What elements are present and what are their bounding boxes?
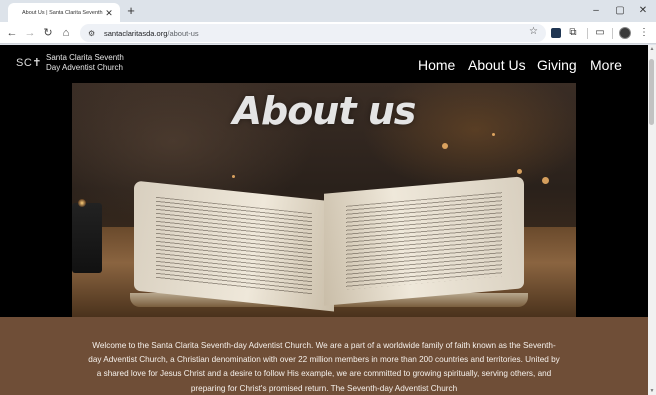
light-bokeh (442, 143, 448, 149)
intro-paragraph: Welcome to the Santa Clarita Seventh-day… (88, 341, 560, 393)
new-tab-icon[interactable]: + (124, 4, 138, 18)
candle-flame (78, 199, 86, 207)
scroll-down-icon[interactable]: ▼ (648, 388, 656, 394)
url-text[interactable]: santaclaritasda.org/about-us (104, 29, 199, 38)
scroll-thumb[interactable] (649, 59, 654, 125)
url-host: santaclaritasda.org (104, 28, 168, 38)
toolbar-divider (587, 28, 588, 39)
maximize-icon[interactable]: ▢ (610, 3, 630, 19)
hero-title: About us (232, 89, 417, 133)
address-bar[interactable]: ⚙ santaclaritasda.org/about-us ☆ (80, 24, 546, 42)
scroll-up-icon[interactable]: ▲ (648, 46, 656, 52)
intro-section: Welcome to the Santa Clarita Seventh-day… (0, 317, 648, 395)
back-icon[interactable]: ← (4, 25, 20, 41)
web-page: SC✝ Santa Clarita Seventh Day Adventist … (0, 45, 648, 395)
nav-about-us[interactable]: About Us (468, 57, 526, 73)
close-window-icon[interactable]: ✕ (633, 3, 653, 19)
tab-strip: About Us | Santa Clarita Seventh ✕ + – ▢… (0, 0, 656, 22)
home-icon[interactable]: ⌂ (58, 25, 74, 41)
bible-right-page (324, 176, 524, 306)
light-bokeh (492, 133, 495, 136)
tab-about-us[interactable]: About Us | Santa Clarita Seventh ✕ (8, 3, 120, 22)
extension-icon[interactable] (551, 28, 561, 38)
profile-avatar[interactable] (619, 27, 631, 39)
light-bokeh (517, 169, 522, 174)
side-panel-icon[interactable]: ▭ (593, 26, 607, 40)
tab-close-icon[interactable]: ✕ (104, 8, 114, 18)
hero-image: About us (72, 83, 576, 317)
church-name-line1: Santa Clarita Seventh (46, 53, 124, 62)
tab-title: About Us | Santa Clarita Seventh (22, 9, 103, 16)
light-bokeh (232, 175, 235, 178)
nav-more[interactable]: More (590, 57, 622, 73)
page-scrollbar[interactable]: ▲ ▼ (648, 45, 656, 395)
tune-icon[interactable]: ⚙ (88, 29, 100, 38)
church-name[interactable]: Santa Clarita Seventh Day Adventist Chur… (46, 53, 124, 73)
bible-left-page (134, 180, 334, 312)
minimize-icon[interactable]: – (586, 3, 606, 19)
site-logo[interactable]: SC✝ (16, 56, 42, 69)
toolbar-divider (612, 28, 613, 39)
nav-giving[interactable]: Giving (537, 57, 577, 73)
nav-home[interactable]: Home (418, 57, 455, 73)
forward-icon[interactable]: → (22, 25, 38, 41)
candle (72, 203, 102, 273)
church-name-line2: Day Adventist Church (46, 63, 123, 72)
light-bokeh (542, 177, 549, 184)
extensions-icon[interactable]: ⧉ (566, 26, 580, 40)
star-icon[interactable]: ☆ (529, 26, 538, 37)
menu-icon[interactable]: ⋮ (637, 26, 651, 40)
url-path: /about-us (167, 28, 199, 38)
browser-toolbar: ← → ↻ ⌂ ⚙ santaclaritasda.org/about-us ☆… (0, 22, 656, 44)
site-header: SC✝ Santa Clarita Seventh Day Adventist … (0, 45, 648, 85)
reload-icon[interactable]: ↻ (40, 25, 56, 41)
browser-window: About Us | Santa Clarita Seventh ✕ + – ▢… (0, 0, 656, 395)
open-bible (130, 176, 528, 317)
